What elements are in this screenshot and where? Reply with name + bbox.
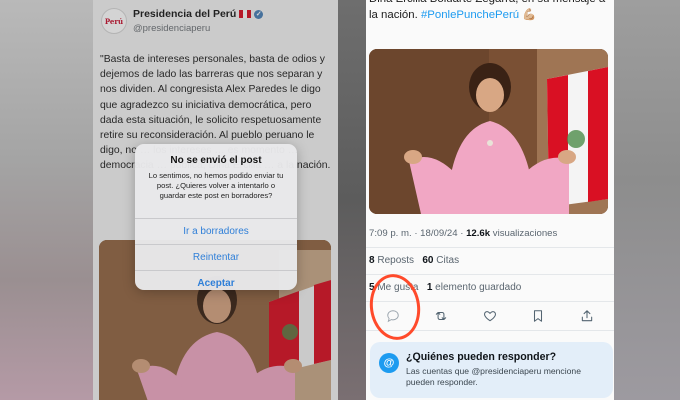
views-count: 12.6k [466,228,491,239]
composite-screenshot: Perú Presidencia del Perú ✓ @presidencia… [0,0,680,400]
divider [366,247,614,248]
post-photo[interactable] [369,49,608,214]
share-button[interactable] [578,307,596,325]
dialog-message: Lo sentimos, no hemos podido enviar tu p… [148,171,284,200]
reposts-stat[interactable]: 8 Reposts [369,255,414,266]
photo-president-icon [369,49,608,214]
avatar-logo-text: Perú [104,16,124,26]
peru-flag-icon [239,10,252,18]
right-post-screen: Dina Ercilia Boluarte Zegarra, en su men… [366,0,614,400]
who-can-reply-box: @ ¿Quiénes pueden responder? Las cuentas… [370,342,613,398]
retry-button[interactable]: Reintentar [135,244,297,270]
bookmark-button[interactable] [529,307,547,325]
repost-button[interactable] [432,307,450,325]
blurred-background-right [614,0,680,400]
verified-badge-icon: ✓ [254,9,264,19]
blurred-background-left [0,0,93,400]
go-to-drafts-button[interactable]: Ir a borradores [135,218,297,244]
account-handle[interactable]: @presidenciaperu [133,23,263,34]
timestamp-text: 7:09 p. m. · 18/09/24 · [369,228,464,239]
left-post-screen: Perú Presidencia del Perú ✓ @presidencia… [93,0,338,400]
divider [366,274,614,275]
repost-icon [435,311,447,321]
account-name[interactable]: Presidencia del Perú [133,8,236,20]
bookmark-icon [533,310,543,322]
accept-button[interactable]: Aceptar [135,270,297,290]
share-icon [581,310,593,322]
quotes-stat[interactable]: 60 Citas [422,255,459,266]
post-text: Dina Ercilia Boluarte Zegarra, en su men… [369,0,611,23]
post-not-sent-dialog: No se envió el post Lo sentimos, no hemo… [135,144,297,290]
who-can-reply-title: ¿Quiénes pueden responder? [406,351,557,363]
engagement-stats: 8 Reposts 60 Citas [369,255,459,266]
blurred-background-middle [338,0,366,400]
heart-icon [483,311,497,322]
post-timestamp: 7:09 p. m. · 18/09/24 · 12.6k visualizac… [369,228,557,239]
flexed-arm-emoji-icon: 💪🏼 [522,9,537,21]
views-label: visualizaciones [492,228,558,239]
mention-at-icon: @ [379,353,399,373]
like-button[interactable] [481,307,499,325]
post-author[interactable]: Perú Presidencia del Perú ✓ @presidencia… [101,8,264,34]
bookmarks-stat[interactable]: 1 elemento guardado [427,282,522,293]
who-can-reply-description: Las cuentas que @presidenciaperu mencion… [406,366,581,387]
avatar[interactable]: Perú [101,8,127,34]
dialog-title: No se envió el post [170,155,262,166]
hashtag-link[interactable]: #PonlePunchePerú [421,9,519,21]
